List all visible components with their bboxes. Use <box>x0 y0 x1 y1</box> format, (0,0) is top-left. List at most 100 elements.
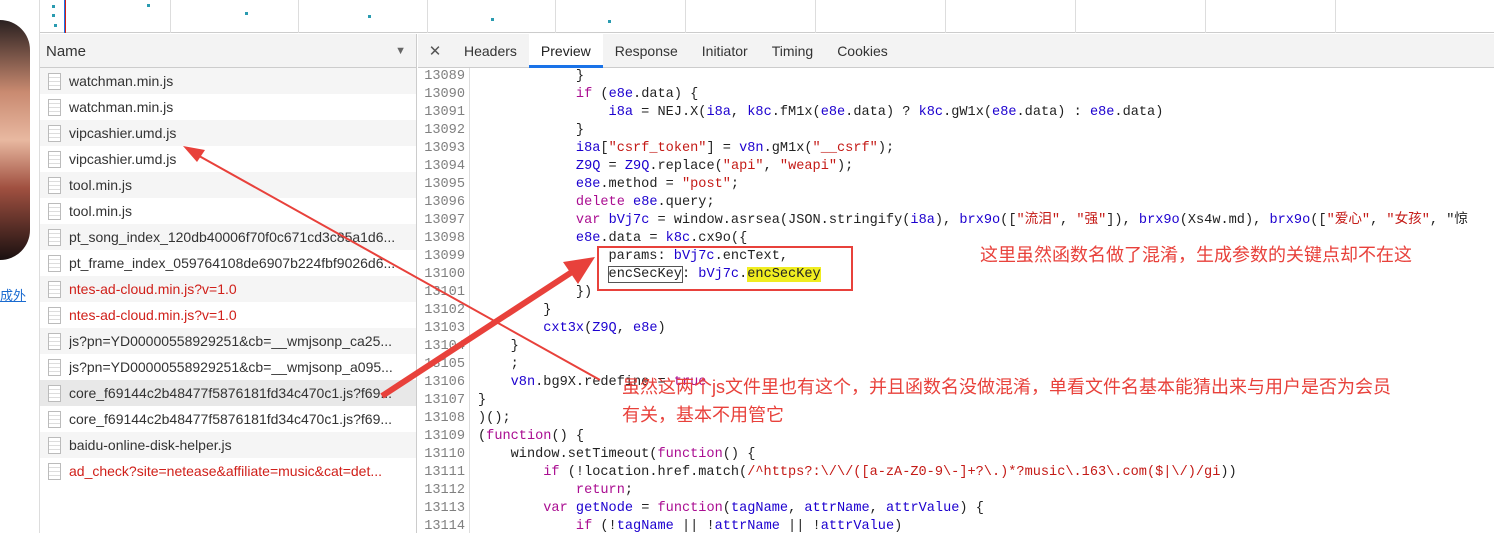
close-icon[interactable]: ✕ <box>418 42 452 60</box>
request-row[interactable]: baidu-online-disk-helper.js <box>40 432 416 458</box>
code-text: ; <box>478 357 519 372</box>
request-name: js?pn=YD00000558929251&cb=__wmjsonp_a095… <box>69 359 393 375</box>
request-row[interactable]: js?pn=YD00000558929251&cb=__wmjsonp_ca25… <box>40 328 416 354</box>
request-name: tool.min.js <box>69 177 133 193</box>
request-row[interactable]: ntes-ad-cloud.min.js?v=1.0 <box>40 302 416 328</box>
file-icon <box>48 228 61 246</box>
code-text: i8a = NEJ.X(i8a, k8c.fM1x(e8e.data) ? k8… <box>608 105 1164 120</box>
file-icon <box>48 176 61 194</box>
sort-triangle-icon[interactable]: ▼ <box>395 45 406 57</box>
request-row[interactable]: core_f69144c2b48477f5876181fd34c470c1.js… <box>40 380 416 406</box>
file-icon <box>48 436 61 454</box>
request-name: core_f69144c2b48477f5876181fd34c470c1.js… <box>69 385 393 401</box>
request-row[interactable]: tool.min.js <box>40 172 416 198</box>
request-row[interactable]: vipcashier.umd.js <box>40 120 416 146</box>
tab-cookies[interactable]: Cookies <box>825 34 900 68</box>
code-line: 13114 if (!tagName || !attrName || !attr… <box>418 518 1494 533</box>
line-number: 13101 <box>418 284 470 302</box>
code-text: var getNode = function(tagName, attrName… <box>543 501 984 516</box>
code-text: } <box>478 339 519 354</box>
request-row[interactable]: watchman.min.js <box>40 94 416 120</box>
file-icon <box>48 98 61 116</box>
request-name: watchman.min.js <box>69 73 174 89</box>
code-line: 13094 Z9Q = Z9Q.replace("api", "weapi"); <box>418 158 1494 176</box>
code-text: if (!tagName || !attrName || !attrValue) <box>575 519 903 533</box>
file-icon <box>48 254 61 272</box>
tab-initiator[interactable]: Initiator <box>690 34 760 68</box>
code-line: 13111 if (!location.href.match(/^https?:… <box>418 464 1494 482</box>
line-number: 13099 <box>418 248 470 266</box>
name-column-header[interactable]: Name ▼ <box>40 34 417 68</box>
line-number: 13098 <box>418 230 470 248</box>
code-text: }) <box>478 285 593 300</box>
webpage-strip: 成外 <box>0 0 40 533</box>
file-icon <box>48 124 61 142</box>
file-icon <box>48 280 61 298</box>
code-line: 13109 (function() { <box>418 428 1494 446</box>
code-text: return; <box>575 483 634 498</box>
line-number: 13110 <box>418 446 470 464</box>
line-number: 13093 <box>418 140 470 158</box>
request-name: tool.min.js <box>69 203 133 219</box>
request-row[interactable]: pt_song_index_120db40006f70f0c671cd3c85a… <box>40 224 416 250</box>
request-row[interactable]: js?pn=YD00000558929251&cb=__wmjsonp_a095… <box>40 354 416 380</box>
line-number: 13107 <box>418 392 470 410</box>
annotation-note-2-line-1: 虽然这两个js文件里也有这个，并且函数名没做混淆，单看文件名基本能猜出来与用户是… <box>622 377 1391 397</box>
tab-response[interactable]: Response <box>603 34 690 68</box>
code-text: window.setTimeout(function() { <box>478 447 756 462</box>
request-name: pt_song_index_120db40006f70f0c671cd3c85a… <box>69 229 396 245</box>
tab-headers[interactable]: Headers <box>452 34 529 68</box>
code-text: } <box>478 393 487 408</box>
tab-preview[interactable]: Preview <box>528 33 603 68</box>
line-number: 13102 <box>418 302 470 320</box>
code-text: i8a["csrf_token"] = v8n.gM1x("__csrf"); <box>575 141 895 156</box>
code-line: 13110 window.setTimeout(function() { <box>418 446 1494 464</box>
line-number: 13103 <box>418 320 470 338</box>
network-waterfall-overview[interactable] <box>40 0 1494 33</box>
request-row[interactable]: vipcashier.umd.js <box>40 146 416 172</box>
code-text: if (e8e.data) { <box>575 87 699 102</box>
request-name: core_f69144c2b48477f5876181fd34c470c1.js… <box>69 411 393 427</box>
code-text: delete e8e.query; <box>575 195 715 210</box>
code-text: Z9Q = Z9Q.replace("api", "weapi"); <box>575 159 854 174</box>
code-line: 13104 } <box>418 338 1494 356</box>
file-icon <box>48 358 61 376</box>
file-icon <box>48 150 61 168</box>
code-line: 13092 } <box>418 122 1494 140</box>
request-row[interactable]: ntes-ad-cloud.min.js?v=1.0 <box>40 276 416 302</box>
code-line: 13113 var getNode = function(tagName, at… <box>418 500 1494 518</box>
line-number: 13096 <box>418 194 470 212</box>
request-row[interactable]: ad_check?site=netease&affiliate=music&ca… <box>40 458 416 484</box>
tab-timing[interactable]: Timing <box>760 34 826 68</box>
line-number: 13104 <box>418 338 470 356</box>
line-number: 13105 <box>418 356 470 374</box>
code-line: 13101 }) <box>418 284 1494 302</box>
request-row[interactable]: pt_frame_index_059764108de6907b224fbf902… <box>40 250 416 276</box>
request-name: pt_frame_index_059764108de6907b224fbf902… <box>69 255 396 271</box>
file-icon <box>48 72 61 90</box>
code-line: 13112 return; <box>418 482 1494 500</box>
code-line: 13108)(); <box>418 410 1494 428</box>
request-name: watchman.min.js <box>69 99 174 115</box>
code-text: var bVj7c = window.asrsea(JSON.stringify… <box>575 213 1468 228</box>
line-number: 13095 <box>418 176 470 194</box>
code-line: 13093 i8a["csrf_token"] = v8n.gM1x("__cs… <box>418 140 1494 158</box>
line-number: 13094 <box>418 158 470 176</box>
request-name: ntes-ad-cloud.min.js?v=1.0 <box>69 307 237 323</box>
page-link[interactable]: 成外 <box>0 285 26 304</box>
request-row[interactable]: tool.min.js <box>40 198 416 224</box>
code-text: (function() { <box>478 429 585 444</box>
request-row[interactable]: watchman.min.js <box>40 68 416 94</box>
request-name: js?pn=YD00000558929251&cb=__wmjsonp_ca25… <box>69 333 393 349</box>
line-number: 13113 <box>418 500 470 518</box>
preview-code-view[interactable]: 13089 } 13090 if (e8e.data) {13091 i8a = … <box>418 68 1494 533</box>
name-header-label: Name <box>46 43 87 60</box>
request-name: vipcashier.umd.js <box>69 125 177 141</box>
code-text: e8e.method = "post"; <box>575 177 740 192</box>
line-number: 13090 <box>418 86 470 104</box>
file-icon <box>48 332 61 350</box>
code-text: } <box>478 69 585 84</box>
annotation-note-1: 这里虽然函数名做了混淆，生成参数的关键点却不在这 <box>980 245 1412 265</box>
request-row[interactable]: core_f69144c2b48477f5876181fd34c470c1.js… <box>40 406 416 432</box>
file-icon <box>48 202 61 220</box>
